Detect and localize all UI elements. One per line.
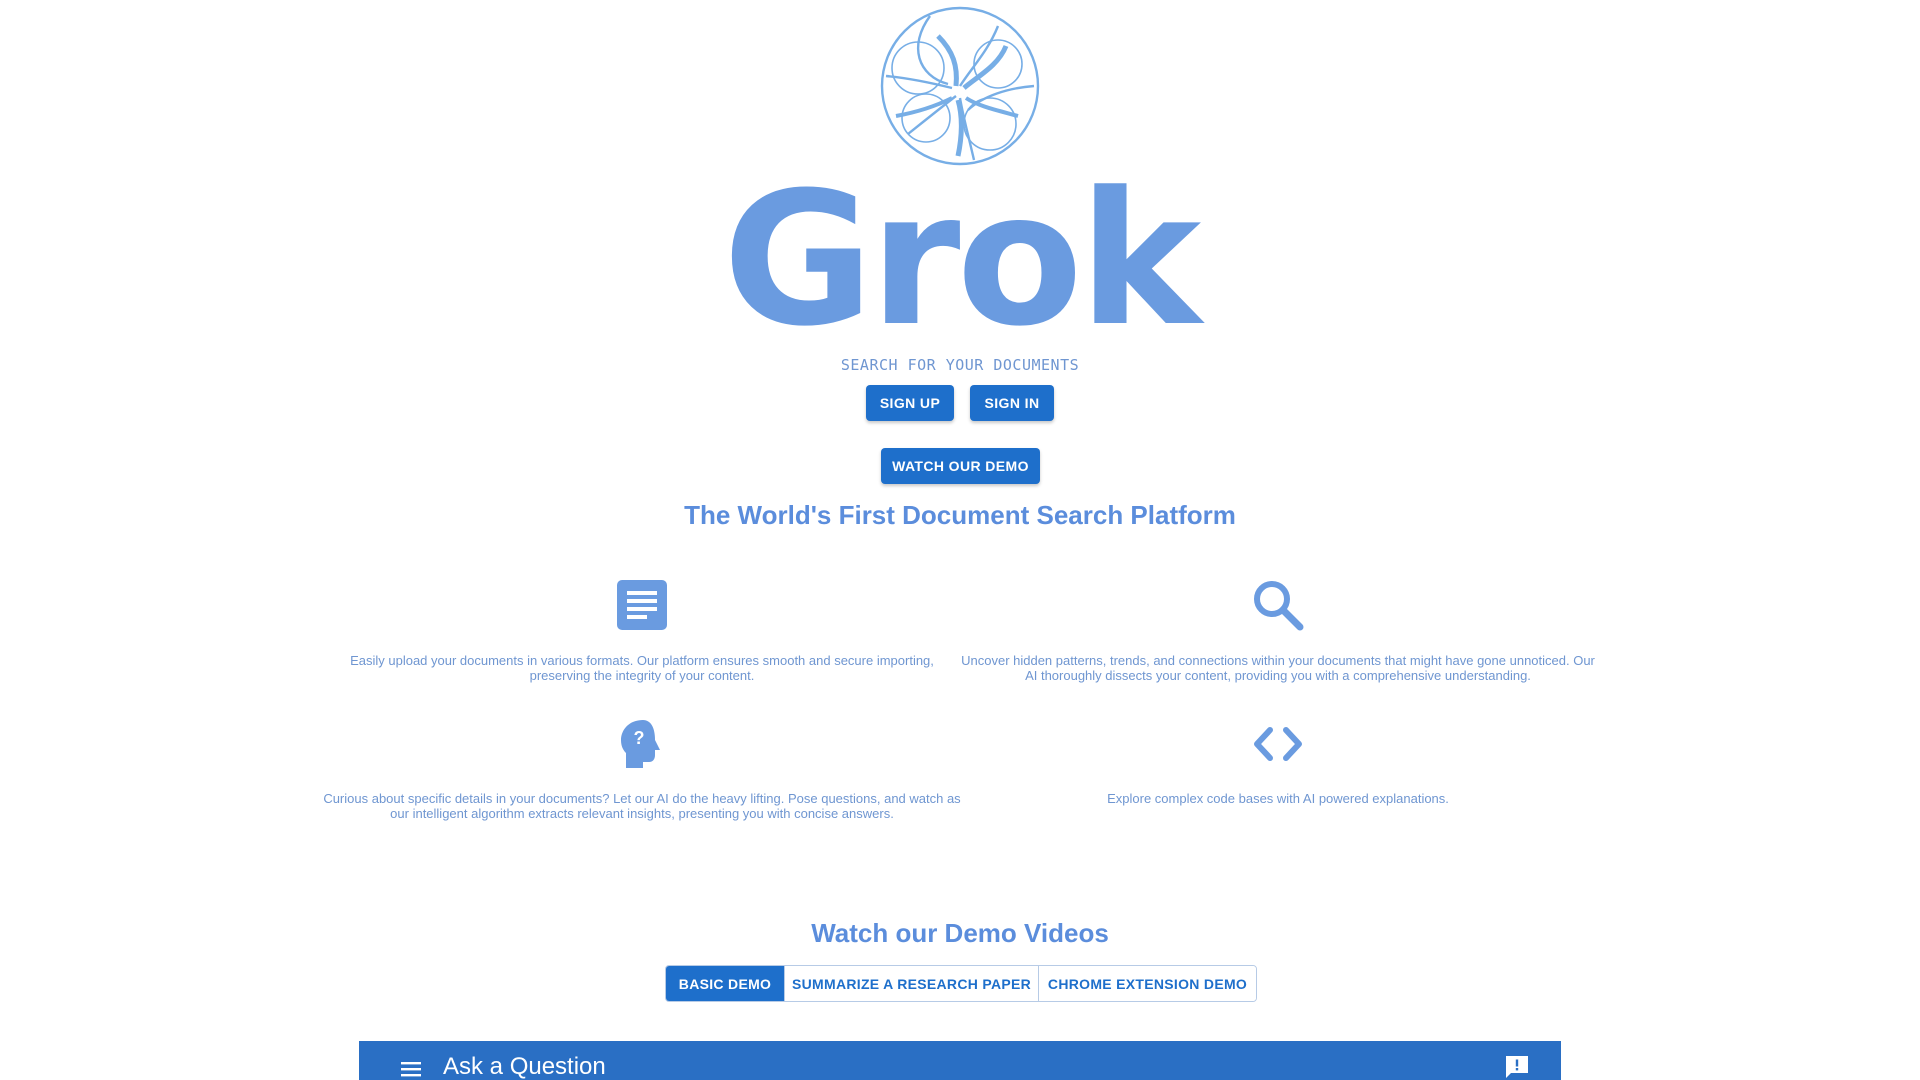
svg-text:?: ?: [634, 728, 645, 748]
tab-summarize-research-paper[interactable]: SUMMARIZE A RESEARCH PAPER: [784, 966, 1038, 1001]
feature-upload-text: Easily upload your documents in various …: [350, 653, 934, 683]
video-title: Ask a Question: [443, 1053, 606, 1080]
demo-tabs: BASIC DEMO SUMMARIZE A RESEARCH PAPER CH…: [665, 965, 1257, 1002]
sign-in-button[interactable]: SIGN IN: [970, 385, 1054, 421]
question-head-icon: ?: [612, 714, 672, 774]
demo-section-title: Watch our Demo Videos: [811, 918, 1109, 948]
brand-wordmark: Grok: [722, 153, 1202, 367]
logo-icon: [880, 6, 1040, 166]
page-headline: The World's First Document Search Platfo…: [684, 500, 1236, 530]
document-icon: [612, 575, 672, 635]
sign-up-button[interactable]: SIGN UP: [866, 385, 954, 421]
watch-demo-button[interactable]: WATCH OUR DEMO: [881, 448, 1040, 484]
feature-insights-text: Uncover hidden patterns, trends, and con…: [961, 653, 1595, 683]
feature-code-text: Explore complex code bases with AI power…: [1107, 791, 1449, 806]
tab-basic-demo[interactable]: BASIC DEMO: [666, 966, 784, 1001]
landing-page: Grok SEARCH FOR YOUR DOCUMENTS SIGN UP S…: [0, 0, 1920, 1080]
code-icon: [1248, 714, 1308, 774]
search-icon: [1248, 575, 1308, 635]
demo-video-player[interactable]: Ask a Question: [359, 1041, 1561, 1080]
brand-tagline: SEARCH FOR YOUR DOCUMENTS: [840, 356, 1080, 374]
feature-questions-text: Curious about specific details in your d…: [323, 791, 961, 821]
menu-icon: [401, 1062, 421, 1077]
tab-chrome-extension-demo[interactable]: CHROME EXTENSION DEMO: [1038, 966, 1256, 1001]
feedback-icon: [1506, 1056, 1528, 1078]
